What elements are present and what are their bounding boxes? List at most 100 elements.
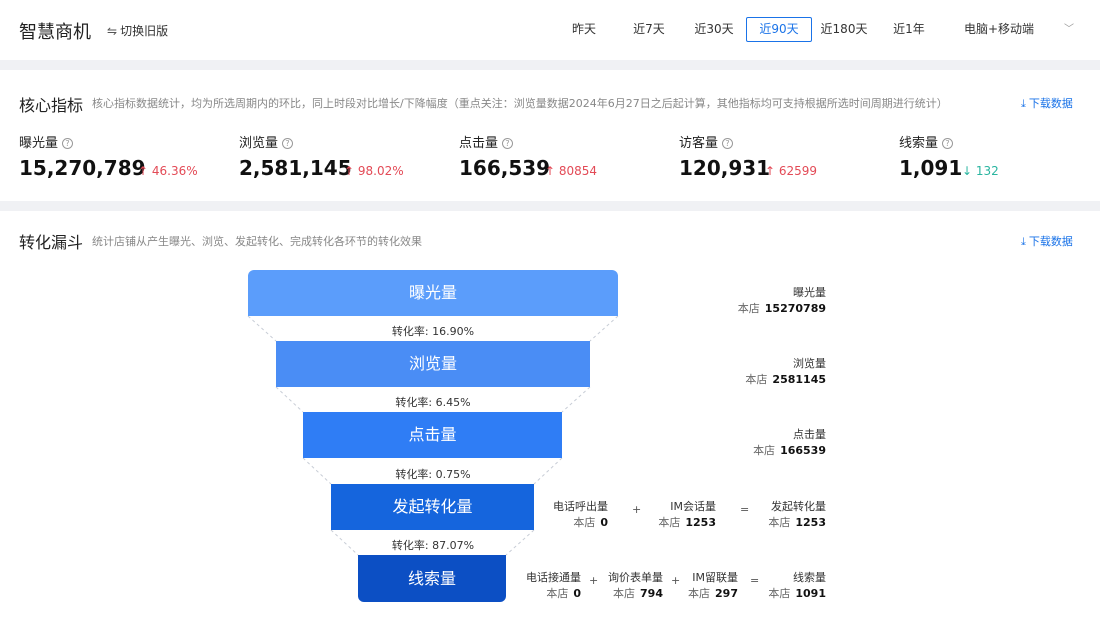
side-value: 297 xyxy=(715,587,738,600)
equals-operator: = xyxy=(750,574,760,587)
range-tab-180d[interactable]: 近180天 xyxy=(818,17,870,42)
metric-change-value: 132 xyxy=(975,164,999,178)
funnel-stage-browse: 浏览量 xyxy=(276,341,590,387)
side-value: 0 xyxy=(600,516,608,529)
side-conversion-total: 发起转化量 本店 1253 xyxy=(768,498,826,530)
metric-value: 15,270,789 xyxy=(19,156,146,180)
side-name: 询价表单量 xyxy=(608,571,663,584)
metric-label: 曝光量 xyxy=(19,136,59,151)
top-header: 智慧商机 ⇋ 切换旧版 昨天 近7天 近30天 近90天 近180天 近1年 电脑… xyxy=(0,0,1100,60)
plus-operator: + xyxy=(671,574,681,587)
side-im-contact: IM留联量 本店 297 xyxy=(688,569,738,601)
side-name: 线索量 xyxy=(793,571,826,584)
metric-label: 线索量 xyxy=(899,136,939,151)
side-name: 浏览量 xyxy=(793,357,826,370)
store-label: 本店 xyxy=(573,516,596,529)
metric-change-value: 62599 xyxy=(778,164,818,178)
side-value: 0 xyxy=(573,587,581,600)
arrow-up-icon: ↑ xyxy=(545,164,556,178)
conversion-rate: 转化率: 6.45% xyxy=(395,396,471,409)
range-tab-1y[interactable]: 近1年 xyxy=(886,17,932,42)
side-inquiry-form: 询价表单量 本店 794 xyxy=(608,569,663,601)
side-lead-total: 线索量 本店 1091 xyxy=(768,569,826,601)
range-tab-7d[interactable]: 近7天 xyxy=(626,17,672,42)
funnel-panel: 转化漏斗 统计店铺从产生曝光、浏览、发起转化、完成转化各环节的转化效果 ⤓ 下载数… xyxy=(0,211,1100,624)
core-download-button[interactable]: ⤓ 下载数据 xyxy=(1021,95,1073,111)
metric-visitor: 访客量? 120,931 ↑ 62599 xyxy=(679,132,889,180)
store-label: 本店 xyxy=(688,587,711,600)
date-range-tabs: 昨天 近7天 近30天 近90天 近180天 近1年 xyxy=(0,17,1100,42)
metric-value: 166,539 xyxy=(459,156,551,180)
core-metrics-title: 核心指标 xyxy=(19,96,84,115)
metric-exposure: 曝光量? 15,270,789 ↑ 46.36% xyxy=(19,132,229,180)
side-click: 点击量 本店 166539 xyxy=(753,426,826,458)
plus-operator: + xyxy=(589,574,599,587)
metric-value: 120,931 xyxy=(679,156,771,180)
metric-label: 浏览量 xyxy=(239,136,279,151)
funnel-stage-exposure: 曝光量 xyxy=(248,270,618,316)
arrow-up-icon: ↑ xyxy=(138,164,149,178)
metric-change: ↑ 46.36% xyxy=(138,164,198,178)
side-name: 曝光量 xyxy=(793,286,826,299)
store-label: 本店 xyxy=(613,587,636,600)
side-value: 2581145 xyxy=(772,373,826,386)
equals-operator: = xyxy=(740,503,750,516)
range-tab-90d[interactable]: 近90天 xyxy=(746,17,812,42)
core-metrics-panel: 核心指标 核心指标数据统计，均为所选周期内的环比，同上时段对比增长/下降幅度（重… xyxy=(0,70,1100,201)
arrow-down-icon: ↓ xyxy=(962,164,973,178)
side-phone-out: 电话呼出量 本店 0 xyxy=(553,498,608,530)
side-name: 电话呼出量 xyxy=(553,500,608,513)
metric-change-value: 80854 xyxy=(558,164,598,178)
help-icon[interactable]: ? xyxy=(502,138,514,149)
metric-value: 1,091 xyxy=(899,156,963,180)
core-download-label: 下载数据 xyxy=(1028,97,1073,110)
side-name: 发起转化量 xyxy=(771,500,826,513)
store-label: 本店 xyxy=(737,302,760,315)
metric-browse: 浏览量? 2,581,145 ↑ 98.02% xyxy=(239,132,449,180)
side-value: 1253 xyxy=(685,516,716,529)
device-select-value: 电脑+移动端 xyxy=(964,22,1035,36)
funnel-stage-click: 点击量 xyxy=(303,412,562,458)
range-tab-30d[interactable]: 近30天 xyxy=(690,17,738,42)
side-name: 电话接通量 xyxy=(526,571,581,584)
conversion-rate: 转化率: 0.75% xyxy=(395,468,471,481)
metric-change: ↑ 98.02% xyxy=(344,164,404,178)
store-label: 本店 xyxy=(768,516,791,529)
side-value: 1253 xyxy=(795,516,826,529)
side-exposure: 曝光量 本店 15270789 xyxy=(738,284,826,316)
help-icon[interactable]: ? xyxy=(722,138,734,149)
conversion-rate: 转化率: 87.07% xyxy=(391,539,475,552)
metric-value: 2,581,145 xyxy=(239,156,352,180)
metric-change-value: 46.36% xyxy=(151,164,198,178)
metric-label: 点击量 xyxy=(459,136,499,151)
store-label: 本店 xyxy=(745,373,768,386)
side-value: 794 xyxy=(640,587,663,600)
metric-change: ↑ 62599 xyxy=(765,164,817,178)
help-icon[interactable]: ? xyxy=(282,138,294,149)
metric-change: ↑ 80854 xyxy=(545,164,597,178)
arrow-up-icon: ↑ xyxy=(344,164,355,178)
help-icon[interactable]: ? xyxy=(62,138,74,149)
download-icon: ⤓ xyxy=(1021,97,1026,110)
metric-change: ↓ 132 xyxy=(962,164,999,178)
side-name: IM留联量 xyxy=(692,571,738,584)
side-value: 1091 xyxy=(795,587,826,600)
chevron-down-icon: ﹀ xyxy=(1064,24,1074,35)
plus-operator: + xyxy=(632,503,642,516)
metric-lead: 线索量? 1,091 ↓ 132 xyxy=(899,132,1100,180)
side-browse: 浏览量 本店 2581145 xyxy=(745,355,826,387)
side-name: 点击量 xyxy=(793,428,826,441)
store-label: 本店 xyxy=(753,444,776,457)
side-phone-connected: 电话接通量 本店 0 xyxy=(526,569,581,601)
metric-change-value: 98.02% xyxy=(357,164,404,178)
help-icon[interactable]: ? xyxy=(942,138,954,149)
range-tab-yesterday[interactable]: 昨天 xyxy=(562,17,606,42)
conversion-rate: 转化率: 16.90% xyxy=(391,325,475,338)
funnel-stage-lead: 线索量 xyxy=(358,555,506,602)
metric-label: 访客量 xyxy=(679,136,719,151)
side-value: 166539 xyxy=(780,444,826,457)
side-name: IM会话量 xyxy=(670,500,716,513)
device-select[interactable]: 电脑+移动端 ﹀ xyxy=(955,17,1083,42)
side-value: 15270789 xyxy=(764,302,826,315)
store-label: 本店 xyxy=(768,587,791,600)
